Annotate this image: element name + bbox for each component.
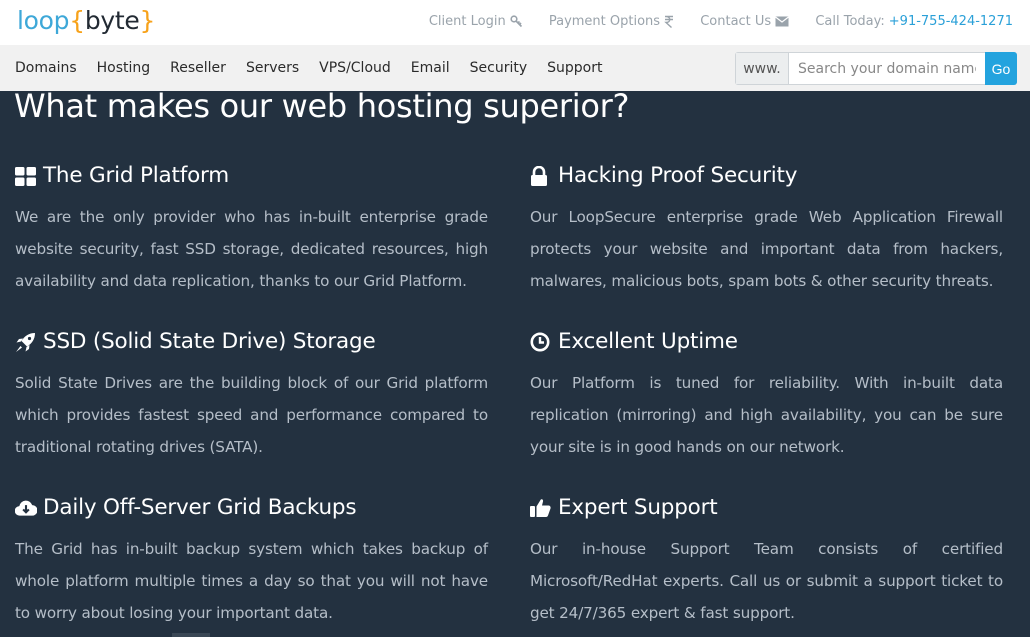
lock-icon: [530, 165, 552, 187]
feature-title-text: Excellent Uptime: [558, 329, 738, 354]
go-button[interactable]: Go: [985, 52, 1017, 85]
nav-item-reseller[interactable]: Reseller: [170, 60, 226, 76]
feature-title: Expert Support: [530, 494, 1003, 522]
logo-text-byte: byte: [84, 6, 140, 35]
payment-options-link[interactable]: Payment Options: [549, 14, 674, 29]
grid-icon: [15, 165, 37, 187]
logo-text-loop: loop: [17, 6, 70, 35]
call-today: Call Today: +91-755-424-1271: [815, 14, 1013, 29]
payment-options-label: Payment Options: [548, 14, 661, 29]
nav-item-email[interactable]: Email: [411, 60, 450, 76]
nav-menu: Domains Hosting Reseller Servers VPS/Cloud Em…: [15, 60, 622, 76]
feature-excellent-uptime: Excellent Uptime Our Platform is tuned f…: [530, 328, 1003, 463]
feature-title: Excellent Uptime: [530, 328, 1003, 356]
thumbs-up-icon: [530, 497, 552, 519]
nav-item-servers[interactable]: Servers: [246, 60, 299, 76]
main-nav: Domains Hosting Reseller Servers VPS/Cloud Em…: [0, 45, 1030, 91]
feature-title-text: Expert Support: [558, 495, 718, 520]
top-header: loop{byte} Client Login Payment Options …: [0, 0, 1030, 45]
feature-description: Solid State Drives are the building bloc…: [15, 374, 488, 456]
cloud-download-icon: [15, 497, 37, 519]
key-icon: [510, 15, 522, 28]
rocket-icon: [15, 331, 37, 353]
feature-expert-support: Expert Support Our in-house Support Team…: [530, 494, 1003, 629]
client-login-link[interactable]: Client Login: [429, 14, 523, 29]
clock-icon: [530, 331, 552, 353]
feature-description: Our LoopSecure enterprise grade Web Appl…: [530, 208, 1003, 290]
feature-title: The Grid Platform: [15, 162, 488, 190]
nav-item-domains[interactable]: Domains: [15, 60, 77, 76]
logo-brace-close: }: [139, 6, 156, 35]
call-label: Call Today:: [815, 14, 885, 29]
top-links: Client Login Payment Options Contact Us …: [429, 14, 1013, 29]
feature-title: SSD (Solid State Drive) Storage: [15, 328, 488, 356]
logo-brace-open: {: [69, 6, 85, 35]
nav-item-hosting[interactable]: Hosting: [97, 60, 151, 76]
feature-description: The Grid has in-built backup system whic…: [15, 540, 488, 622]
phone-link[interactable]: +91-755-424-1271: [889, 14, 1013, 29]
feature-description: Our Platform is tuned for reliability. W…: [530, 374, 1003, 456]
feature-title-text: Daily Off-Server Grid Backups: [43, 495, 357, 520]
feature-title-text: The Grid Platform: [43, 163, 230, 188]
feature-daily-backups: Daily Off-Server Grid Backups The Grid h…: [15, 494, 488, 629]
envelope-icon: [775, 16, 790, 27]
feature-grid-platform: The Grid Platform We are the only provid…: [15, 162, 488, 297]
nav-item-vps-cloud[interactable]: VPS/Cloud: [319, 60, 391, 76]
feature-title: Hacking Proof Security: [530, 162, 1003, 190]
client-login-label: Client Login: [428, 14, 506, 29]
domain-search-input[interactable]: [789, 53, 985, 84]
section-heading: What makes our web hosting superior?: [14, 87, 630, 125]
feature-title-text: SSD (Solid State Drive) Storage: [43, 329, 376, 354]
contact-us-link[interactable]: Contact Us: [700, 14, 790, 29]
contact-us-label: Contact Us: [700, 14, 772, 29]
nav-item-security[interactable]: Security: [470, 60, 528, 76]
feature-description: We are the only provider who has in-buil…: [15, 208, 488, 290]
feature-title: Daily Off-Server Grid Backups: [15, 494, 488, 522]
feature-title-text: Hacking Proof Security: [558, 163, 798, 188]
logo[interactable]: loop{byte}: [17, 5, 155, 37]
feature-hacking-proof-security: Hacking Proof Security Our LoopSecure en…: [530, 162, 1003, 297]
domain-prefix: www.: [736, 53, 789, 84]
domain-search: www. Go: [735, 52, 1017, 85]
nav-item-support[interactable]: Support: [547, 60, 602, 76]
scroll-indicator: [172, 633, 210, 637]
feature-description: Our in-house Support Team consists of ce…: [530, 540, 1003, 622]
feature-ssd-storage: SSD (Solid State Drive) Storage Solid St…: [15, 328, 488, 463]
rupee-icon: [664, 15, 674, 28]
